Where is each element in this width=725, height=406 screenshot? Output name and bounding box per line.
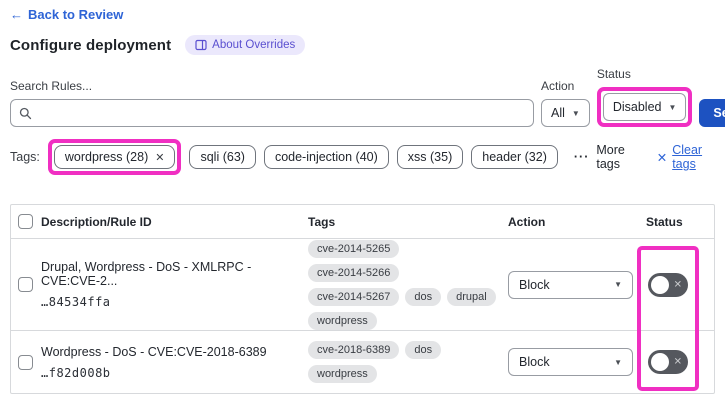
toggle-knob xyxy=(651,353,669,371)
tag-pill-xss[interactable]: xss (35) xyxy=(397,145,463,169)
about-overrides-badge[interactable]: About Overrides xyxy=(185,35,305,55)
back-arrow-icon: ← xyxy=(10,7,23,22)
tags-bar-label: Tags: xyxy=(10,150,40,164)
column-header-tags: Tags xyxy=(308,215,508,229)
column-header-status: Status xyxy=(646,215,714,229)
tag-pill-label: sqli (63) xyxy=(200,150,244,164)
tag-pill-label: header (32) xyxy=(482,150,547,164)
search-rules-label: Search Rules... xyxy=(10,79,534,93)
status-filter-group: Status Disabled ▼ xyxy=(597,67,693,127)
ellipsis-icon: ··· xyxy=(574,150,590,164)
tag-pill-label: xss (35) xyxy=(408,150,452,164)
table-row: Wordpress - DoS - CVE:CVE-2018-6389 …f82… xyxy=(11,331,714,393)
about-overrides-label: About Overrides xyxy=(212,39,295,51)
rule-tag: cve-2014-5266 xyxy=(308,264,399,282)
tags-filter-bar: Tags: wordpress (28) ✕ sqli (63) code-in… xyxy=(10,139,715,175)
rule-tag: dos xyxy=(405,288,441,306)
toggle-off-icon: ✕ xyxy=(674,279,682,290)
action-filter-group: Action All ▼ xyxy=(541,79,590,127)
tag-pill-label: code-injection (40) xyxy=(275,150,378,164)
status-filter-value: Disabled xyxy=(613,100,662,114)
back-link-label: Back to Review xyxy=(28,7,123,22)
status-filter-dropdown[interactable]: Disabled ▼ xyxy=(603,93,687,121)
search-icon xyxy=(19,107,32,120)
description-cell: Wordpress - DoS - CVE:CVE-2018-6389 …f82… xyxy=(41,345,308,380)
action-select[interactable]: Block ▼ xyxy=(508,348,633,376)
action-filter-value: All xyxy=(551,106,565,120)
tag-pill-wordpress[interactable]: wordpress (28) ✕ xyxy=(54,145,176,169)
tag-pill-label: wordpress (28) xyxy=(65,150,148,164)
status-filter-label: Status xyxy=(597,67,693,81)
status-toggle[interactable]: ✕ xyxy=(648,350,688,374)
rule-description: Drupal, Wordpress - DoS - XMLRPC - CVE:C… xyxy=(41,260,294,288)
action-select-value: Block xyxy=(519,355,550,369)
tag-pill-header[interactable]: header (32) xyxy=(471,145,558,169)
more-tags-label: More tags xyxy=(596,143,636,171)
status-toggle[interactable]: ✕ xyxy=(648,273,688,297)
table-row: Drupal, Wordpress - DoS - XMLRPC - CVE:C… xyxy=(11,239,714,331)
tag-pill-sqli[interactable]: sqli (63) xyxy=(189,145,255,169)
search-button[interactable]: Search xyxy=(699,99,725,127)
toggle-off-icon: ✕ xyxy=(674,357,682,368)
status-cell: ✕ xyxy=(646,350,714,374)
status-cell: ✕ xyxy=(646,273,714,297)
selected-tag-highlight: wordpress (28) ✕ xyxy=(48,139,182,175)
clear-tags-button[interactable]: ✕ Clear tags xyxy=(657,143,715,171)
table-header-row: Description/Rule ID Tags Action Status xyxy=(11,205,714,239)
action-filter-dropdown[interactable]: All ▼ xyxy=(541,99,590,127)
close-icon: ✕ xyxy=(657,150,667,165)
search-rules-box xyxy=(10,99,534,127)
title-row: Configure deployment About Overrides xyxy=(10,35,715,55)
rule-id: …f82d008b xyxy=(41,366,294,380)
column-header-action: Action xyxy=(508,215,646,229)
row-checkbox[interactable] xyxy=(18,277,33,292)
rule-tag: wordpress xyxy=(308,312,377,330)
status-filter-highlight: Disabled ▼ xyxy=(597,87,693,127)
rule-tags-cell: cve-2018-6389 dos wordpress xyxy=(308,341,504,383)
clear-tags-label: Clear tags xyxy=(672,143,715,171)
configure-deployment-page: ← Back to Review Configure deployment Ab… xyxy=(0,0,725,406)
chevron-down-icon: ▼ xyxy=(572,109,580,118)
chevron-down-icon: ▼ xyxy=(614,280,622,289)
rules-table: Description/Rule ID Tags Action Status D… xyxy=(10,204,715,394)
rule-tag: wordpress xyxy=(308,365,377,383)
chevron-down-icon: ▼ xyxy=(668,103,676,112)
action-select-value: Block xyxy=(519,278,550,292)
page-title: Configure deployment xyxy=(10,37,171,54)
filter-row: Search Rules... Action All ▼ Status xyxy=(10,67,715,127)
action-filter-label: Action xyxy=(541,79,590,93)
toggle-knob xyxy=(651,276,669,294)
rule-tag: cve-2014-5267 xyxy=(308,288,399,306)
rule-tag: cve-2014-5265 xyxy=(308,240,399,258)
chevron-down-icon: ▼ xyxy=(614,358,622,367)
search-rules-input[interactable] xyxy=(38,106,525,120)
more-tags-button[interactable]: ··· More tags xyxy=(574,143,637,171)
rule-tags-cell: cve-2014-5265 cve-2014-5266 cve-2014-526… xyxy=(308,240,504,330)
search-rules-group: Search Rules... xyxy=(10,79,534,127)
action-cell: Block ▼ xyxy=(508,271,646,299)
rule-tag: dos xyxy=(405,341,441,359)
back-to-review-link[interactable]: ← Back to Review xyxy=(10,7,123,22)
tag-pill-code-injection[interactable]: code-injection (40) xyxy=(264,145,389,169)
rule-tag: cve-2018-6389 xyxy=(308,341,399,359)
action-cell: Block ▼ xyxy=(508,348,646,376)
book-icon xyxy=(195,39,207,51)
column-header-description: Description/Rule ID xyxy=(41,215,308,229)
rule-id: …84534ffa xyxy=(41,295,294,309)
rule-tag: drupal xyxy=(447,288,496,306)
description-cell: Drupal, Wordpress - DoS - XMLRPC - CVE:C… xyxy=(41,260,308,309)
row-checkbox[interactable] xyxy=(18,355,33,370)
rule-description: Wordpress - DoS - CVE:CVE-2018-6389 xyxy=(41,345,294,359)
select-all-checkbox[interactable] xyxy=(18,214,33,229)
remove-tag-icon[interactable]: ✕ xyxy=(155,151,164,164)
action-select[interactable]: Block ▼ xyxy=(508,271,633,299)
